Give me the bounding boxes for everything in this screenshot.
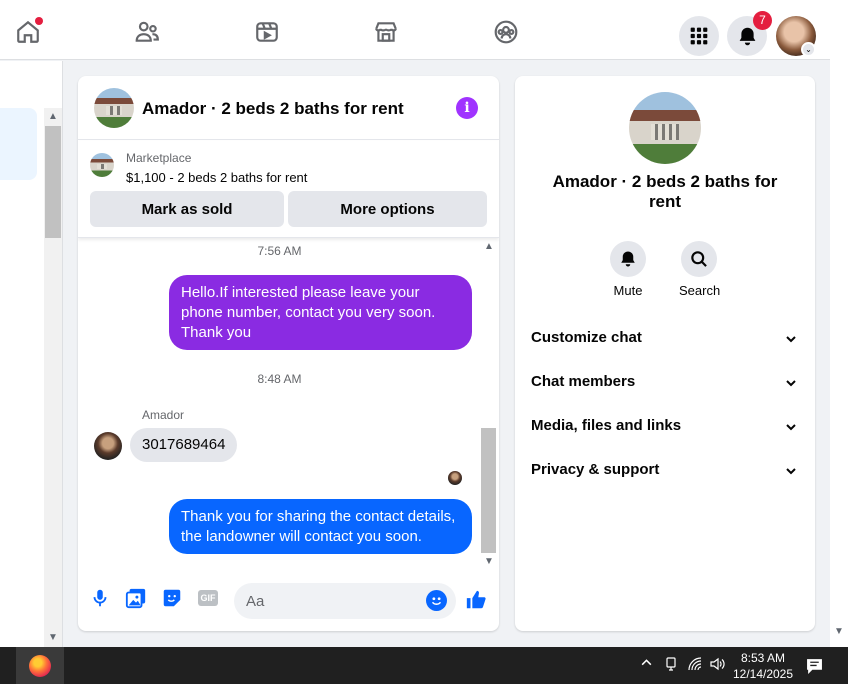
- search-label: Search: [679, 283, 721, 298]
- sticker-icon[interactable]: [160, 586, 184, 610]
- windows-taskbar: 8:53 AM 12/14/2025: [0, 647, 848, 684]
- message-list: 7:56 AM Hello.If interested please leave…: [78, 238, 499, 571]
- firefox-icon: [29, 654, 51, 677]
- marketplace-listing-card: Marketplace $1,100 - 2 beds 2 baths for …: [78, 141, 499, 238]
- message-composer: GIF Aa: [78, 571, 499, 631]
- gif-label: GIF: [198, 590, 218, 606]
- marketplace-label: Marketplace: [126, 151, 192, 165]
- media-files-links-section[interactable]: Media, files and links: [531, 417, 799, 441]
- mark-as-sold-button[interactable]: Mark as sold: [90, 191, 284, 227]
- scroll-down-arrow-icon[interactable]: ▼: [48, 632, 58, 643]
- firefox-taskbar-button[interactable]: [16, 647, 64, 684]
- outgoing-message[interactable]: Thank you for sharing the contact detail…: [169, 499, 472, 554]
- chat-window: Amador · 2 beds 2 baths for rent i Marke…: [78, 76, 499, 631]
- chat-scrollbar[interactable]: ▲ ▼: [480, 238, 497, 571]
- video-icon[interactable]: [253, 18, 281, 46]
- info-icon[interactable]: i: [456, 97, 478, 119]
- sender-name: Amador: [142, 408, 185, 422]
- bell-icon: [739, 27, 755, 45]
- listing-thumbnail[interactable]: [90, 153, 114, 177]
- chevron-up-icon[interactable]: [640, 656, 653, 672]
- message-timestamp: 7:56 AM: [257, 244, 302, 258]
- message-input[interactable]: Aa: [234, 583, 456, 619]
- privacy-support-section[interactable]: Privacy & support: [531, 461, 799, 485]
- scrollbar-thumb[interactable]: [481, 428, 496, 553]
- chat-title[interactable]: Amador · 2 beds 2 baths for rent: [142, 99, 404, 119]
- conversation-info-pane: Amador · 2 beds 2 baths for rent Mute Se…: [515, 76, 815, 631]
- clock-time: 8:53 AM: [740, 651, 786, 665]
- scroll-down-arrow-icon[interactable]: ▼: [834, 626, 844, 637]
- selected-conversation-item[interactable]: [0, 108, 37, 180]
- menu-button[interactable]: [679, 16, 719, 56]
- device-icon[interactable]: [664, 657, 678, 674]
- scroll-up-arrow-icon[interactable]: ▲: [484, 241, 494, 252]
- mute-label: Mute: [613, 283, 643, 298]
- message-input-placeholder: Aa: [246, 593, 265, 610]
- grid-menu-icon: [690, 27, 708, 45]
- conversation-list-pane: ▲ ▼: [0, 61, 63, 648]
- conversation-list-scrollbar[interactable]: ▲ ▼: [44, 108, 62, 648]
- notification-center-icon[interactable]: [806, 658, 823, 678]
- emoji-icon[interactable]: [426, 590, 447, 611]
- groups-icon[interactable]: [492, 18, 520, 46]
- home-notification-dot: [35, 17, 43, 25]
- notification-count-badge: 7: [753, 11, 772, 30]
- microphone-icon[interactable]: [88, 586, 112, 610]
- chevron-down-icon: [786, 336, 796, 343]
- section-label: Media, files and links: [531, 417, 682, 434]
- chat-header: Amador · 2 beds 2 baths for rent i: [78, 76, 499, 140]
- conversation-photo[interactable]: [629, 92, 701, 164]
- read-receipt-avatar: [448, 471, 462, 485]
- system-clock[interactable]: 8:53 AM 12/14/2025: [728, 650, 798, 682]
- top-navigation-bar: 7 ⌄: [0, 4, 830, 60]
- section-label: Privacy & support: [531, 461, 660, 478]
- bell-icon: [621, 251, 635, 267]
- search-icon: [691, 251, 707, 267]
- like-icon[interactable]: [464, 588, 488, 612]
- outgoing-message[interactable]: Hello.If interested please leave your ph…: [169, 275, 472, 350]
- clock-date: 12/14/2025: [732, 667, 794, 681]
- friends-icon[interactable]: [133, 18, 161, 46]
- search-button[interactable]: Search: [679, 241, 721, 298]
- section-label: Customize chat: [531, 329, 642, 346]
- marketplace-icon[interactable]: [372, 18, 400, 46]
- chevron-down-icon: [786, 424, 796, 431]
- sender-avatar[interactable]: [94, 432, 122, 460]
- scroll-down-arrow-icon[interactable]: ▼: [484, 556, 494, 567]
- message-timestamp: 8:48 AM: [257, 372, 302, 386]
- chat-members-section[interactable]: Chat members: [531, 373, 799, 397]
- chevron-down-icon: ⌄: [801, 42, 816, 57]
- volume-icon[interactable]: [710, 657, 726, 674]
- mute-button[interactable]: Mute: [608, 241, 648, 298]
- conversation-name: Amador · 2 beds 2 baths for rent: [552, 172, 778, 211]
- listing-price-title[interactable]: $1,100 - 2 beds 2 baths for rent: [126, 170, 307, 185]
- scroll-up-arrow-icon[interactable]: ▲: [48, 111, 58, 122]
- section-label: Chat members: [531, 373, 636, 390]
- page-scrollbar[interactable]: ▼: [830, 4, 848, 647]
- scrollbar-thumb[interactable]: [45, 126, 61, 238]
- more-options-button[interactable]: More options: [288, 191, 487, 227]
- chevron-down-icon: [786, 380, 796, 387]
- customize-chat-section[interactable]: Customize chat: [531, 329, 799, 353]
- chevron-down-icon: [786, 468, 796, 475]
- photo-icon[interactable]: [124, 586, 148, 610]
- network-icon[interactable]: [688, 657, 702, 674]
- incoming-message[interactable]: 3017689464: [130, 428, 238, 462]
- gif-icon[interactable]: GIF: [196, 586, 220, 610]
- conversation-avatar[interactable]: [94, 88, 134, 128]
